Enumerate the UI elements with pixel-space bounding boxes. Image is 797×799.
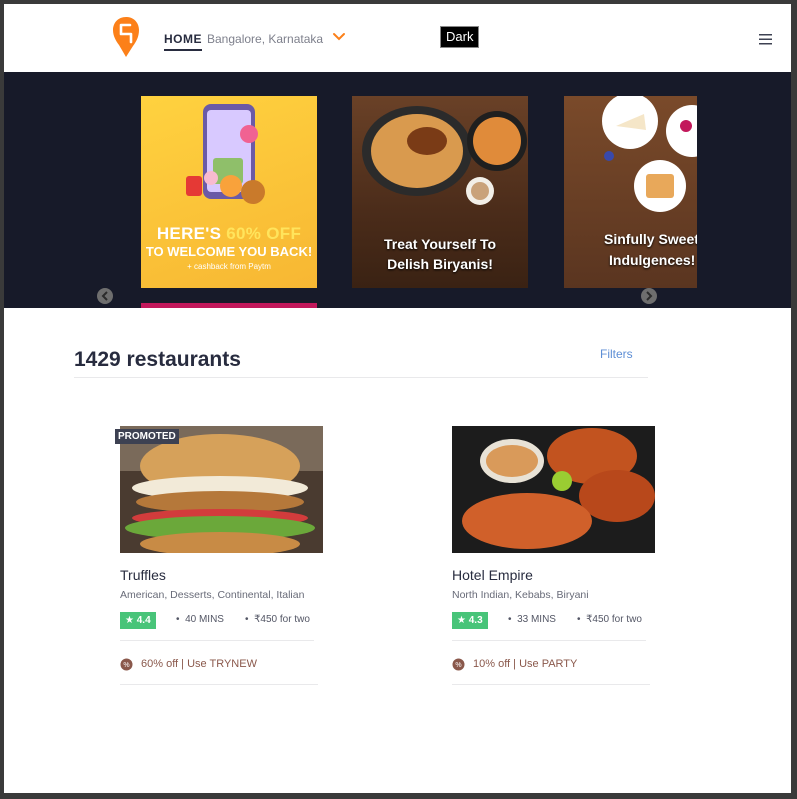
dark-mode-button[interactable]: Dark <box>440 26 480 48</box>
restaurant-name: Truffles <box>120 567 166 583</box>
svg-text:%: % <box>455 662 461 669</box>
carousel-card-biryani[interactable]: Treat Yourself To Delish Biryanis! <box>352 96 528 288</box>
biryani-title-line2: Delish Biryanis! <box>387 256 493 272</box>
offer-icon: % <box>120 658 133 671</box>
carousel-card-offer[interactable]: HERE'S 60% OFF TO WELCOME YOU BACK! + ca… <box>141 96 317 288</box>
card-divider <box>452 640 646 641</box>
header: HOME Bangalore, Karnataka Dark <box>4 4 791 72</box>
delivery-time: • 40 MINS <box>176 614 224 625</box>
cost-for-two: • ₹450 for two <box>245 614 310 625</box>
restaurant-cuisine: American, Desserts, Continental, Italian <box>120 589 305 601</box>
delivery-time: • 33 MINS <box>508 614 556 625</box>
biryani-title-line1: Treat Yourself To <box>383 236 497 252</box>
arrow-left-icon[interactable] <box>97 288 113 304</box>
nav-home-link[interactable]: HOME <box>164 32 202 51</box>
carousel-progress-bar <box>141 303 317 308</box>
offer-subline: TO WELCOME YOU BACK! <box>145 244 313 259</box>
phone-illustration-icon <box>186 104 265 204</box>
burger-image-icon <box>120 426 323 553</box>
promoted-badge: PROMOTED <box>115 429 179 444</box>
restaurant-name: Hotel Empire <box>452 567 533 583</box>
chevron-down-icon[interactable] <box>332 31 346 43</box>
page: HOME Bangalore, Karnataka Dark HERE'S 60… <box>4 4 791 793</box>
offer-headline: HERE'S 60% OFF <box>156 224 302 243</box>
carousel-card-desserts[interactable]: Sinfully Sweet Indulgences! <box>564 96 697 288</box>
offer-cashback: + cashback from Paytm <box>187 262 271 271</box>
offers-carousel: HERE'S 60% OFF TO WELCOME YOU BACK! + ca… <box>4 72 791 308</box>
arrow-right-icon[interactable] <box>641 288 657 304</box>
biryani-image-icon <box>362 106 527 205</box>
offer-icon: % <box>452 658 465 671</box>
desserts-title-line1: Sinfully Sweet <box>604 231 697 247</box>
restaurant-image <box>452 426 655 553</box>
card-divider <box>120 640 314 641</box>
location-text[interactable]: Bangalore, Karnataka <box>207 32 323 46</box>
offer-text: 60% off | Use TRYNEW <box>141 658 257 670</box>
desserts-title-line2: Indulgences! <box>609 252 696 268</box>
restaurant-cuisine: North Indian, Kebabs, Biryani <box>452 589 589 601</box>
divider <box>74 377 648 378</box>
desserts-image-icon <box>602 96 697 212</box>
svg-text:%: % <box>123 662 129 669</box>
offer-text: 10% off | Use PARTY <box>473 658 578 670</box>
card-divider <box>452 684 650 685</box>
swiggy-logo-icon[interactable] <box>112 16 140 58</box>
filters-button[interactable]: Filters <box>600 347 633 361</box>
cost-for-two: • ₹450 for two <box>577 614 642 625</box>
tandoori-image-icon <box>452 426 655 553</box>
card-divider <box>120 684 318 685</box>
rating-badge: ★ 4.4 <box>120 612 156 629</box>
restaurant-count: 1429 restaurants <box>74 348 241 371</box>
rating-badge: ★ 4.3 <box>452 612 488 629</box>
hamburger-menu-icon[interactable] <box>759 34 772 45</box>
restaurant-image <box>120 426 323 553</box>
